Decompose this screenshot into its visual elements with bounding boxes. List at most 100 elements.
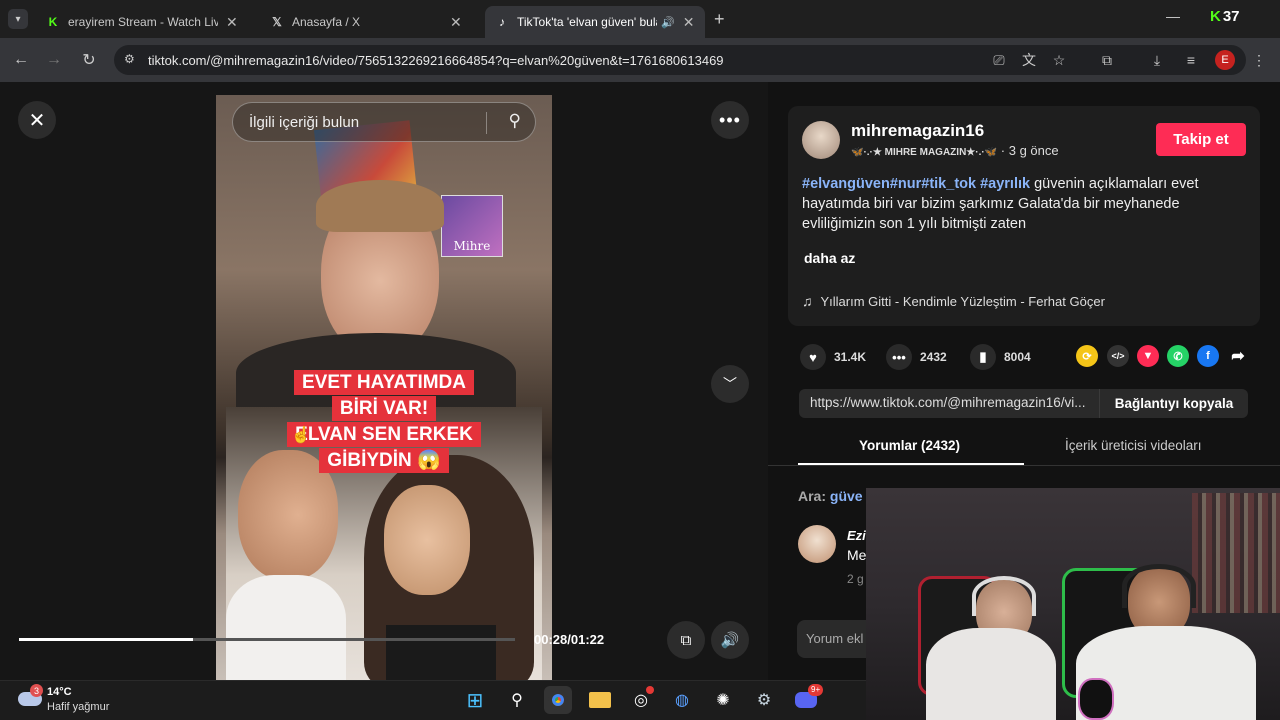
close-tab-icon[interactable]: ✕ — [450, 14, 462, 31]
tab-divider — [768, 465, 1280, 466]
copy-link-button[interactable]: Bağlantıyı kopyala — [1099, 389, 1248, 418]
close-tab-icon[interactable]: ✕ — [683, 14, 695, 31]
search-icon[interactable]: ⚲ — [509, 111, 521, 131]
more-options-icon[interactable]: ••• — [711, 101, 749, 139]
profile-avatar[interactable]: E — [1215, 50, 1235, 70]
address-bar[interactable]: ⚙ tiktok.com/@mihremagazin16/video/75651… — [114, 45, 1246, 75]
tab-kick[interactable]: K erayirem Stream - Watch Live o ✕ — [36, 6, 258, 38]
comment-text: Me — [847, 547, 867, 563]
notification-dot — [646, 686, 654, 694]
comment-count: 2432 — [920, 350, 947, 364]
discord-badge: 9+ — [808, 684, 824, 696]
extensions-icon[interactable]: ⧉ — [1097, 50, 1117, 70]
search-icon[interactable]: ⚲ — [503, 686, 531, 714]
tab-title: Anasayfa / X — [292, 15, 361, 29]
caption-line: BİRİ VAR! — [216, 396, 552, 422]
headset-left — [972, 576, 1036, 616]
install-app-icon[interactable]: ⎚ — [989, 50, 1009, 70]
caption-line: GİBİYDİN 😱 — [216, 448, 552, 474]
related-search-input[interactable]: İlgili içeriği bulun ⚲ — [232, 102, 536, 142]
logo-text: Mihre — [453, 239, 491, 253]
caption-line: ELVAN SEN ERKEK — [216, 422, 552, 448]
repost-icon[interactable]: ⟳ — [1076, 345, 1098, 367]
tab-search-button[interactable]: ▾ — [8, 9, 28, 29]
video-time: 00:28/01:22 — [534, 632, 605, 647]
woman-top — [386, 625, 496, 680]
show-less-button[interactable]: daha az — [804, 250, 855, 266]
creator-avatar[interactable] — [802, 121, 840, 159]
microphone — [1078, 678, 1114, 720]
translate-icon[interactable]: 文 — [1019, 50, 1039, 70]
embed-icon[interactable]: </> — [1107, 345, 1129, 367]
new-tab-button[interactable]: + — [714, 9, 725, 30]
kick-icon: K — [1210, 7, 1221, 25]
comment-button[interactable]: ••• 2432 — [886, 344, 947, 370]
reload-icon[interactable]: ↻ — [77, 48, 101, 72]
media-control-icon[interactable]: ≡ — [1181, 50, 1201, 70]
save-button[interactable]: ▮ 8004 — [970, 344, 1031, 370]
whatsapp-icon[interactable]: ✆ — [1167, 345, 1189, 367]
comment-avatar[interactable] — [798, 525, 836, 563]
streamer-left-body — [926, 628, 1056, 720]
creator-username[interactable]: mihremagazin16 — [851, 121, 984, 141]
wall-poster: Mihre — [441, 195, 503, 257]
post-description: #elvangüven#nur#tik_tok #ayrılık güvenin… — [802, 174, 1242, 234]
kick-extension-badge[interactable]: K 37 — [1210, 6, 1240, 26]
next-video-icon[interactable]: ﹀ — [711, 365, 749, 403]
music-note-icon: ♫ — [802, 293, 813, 309]
close-tab-icon[interactable]: ✕ — [226, 14, 238, 31]
like-button[interactable]: ♥ 31.4K — [800, 344, 866, 370]
site-settings-icon[interactable]: ⚙ — [124, 52, 135, 66]
related-search[interactable]: Ara: güve — [798, 488, 863, 504]
video-link[interactable]: https://www.tiktok.com/@mihremagazin16/v… — [810, 395, 1100, 410]
download-icon[interactable]: ⤓ — [1147, 50, 1167, 70]
share-arrow-icon[interactable]: ➦ — [1227, 345, 1249, 367]
tab-title: TikTok'ta 'elvan güven' bula — [517, 15, 657, 29]
divider — [486, 112, 487, 134]
bookshelf — [1192, 493, 1280, 613]
minimize-button[interactable]: — — [1166, 8, 1180, 24]
post-time: 3 g önce — [1008, 143, 1059, 158]
woman-face — [384, 485, 470, 595]
corner-badge-text: 37 — [1222, 7, 1240, 25]
pip-icon[interactable]: ⧉ — [667, 621, 705, 659]
music-title: Yıllarım Gitti - Kendimle Yüzleştim - Fe… — [820, 293, 1105, 309]
music-link[interactable]: ♫ Yıllarım Gitti - Kendimle Yüzleştim - … — [802, 293, 1105, 309]
close-icon[interactable]: ✕ — [18, 101, 56, 139]
search-term: güve — [829, 488, 863, 504]
search-prefix: Ara: — [798, 488, 827, 504]
kick-icon: K — [48, 15, 58, 29]
chrome-icon[interactable] — [544, 686, 572, 714]
video-progress-bar[interactable] — [19, 638, 515, 641]
speaker-icon[interactable]: 🔊 — [661, 16, 675, 29]
send-icon[interactable]: ▼ — [1137, 345, 1159, 367]
chatgpt-icon[interactable]: ✺ — [709, 686, 737, 714]
hashtag-links[interactable]: #elvangüven#nur#tik_tok #ayrılık — [802, 176, 1030, 192]
vpn-icon[interactable]: ◍ — [668, 686, 696, 714]
file-explorer-icon[interactable] — [586, 686, 614, 714]
video-player[interactable]: Mihre EVET HAYATIMDA BİRİ VAR! ELVAN SEN… — [216, 95, 552, 680]
x-icon: 𝕏 — [272, 15, 282, 29]
bookmark-star-icon[interactable]: ☆ — [1049, 50, 1069, 70]
creator-subline: 🦋·.·★ MIHRE MAGAZIN★·.·🦋 · 3 g önce — [851, 143, 1059, 158]
volume-icon[interactable]: 🔊 — [711, 621, 749, 659]
man-shirt-lower — [226, 575, 346, 680]
follow-button[interactable]: Takip et — [1156, 123, 1246, 156]
like-count: 31.4K — [834, 350, 867, 364]
headset-right — [1122, 564, 1196, 608]
tab-title: erayirem Stream - Watch Live o — [68, 15, 218, 29]
tab-tiktok[interactable]: ♪ TikTok'ta 'elvan güven' bula 🔊 ✕ — [485, 6, 705, 38]
facebook-icon[interactable]: f — [1197, 345, 1219, 367]
back-icon[interactable]: ← — [9, 48, 33, 72]
tab-x[interactable]: 𝕏 Anasayfa / X ✕ — [260, 6, 482, 38]
heart-icon: ♥ — [800, 344, 826, 370]
steam-icon[interactable]: ⚙ — [750, 686, 778, 714]
browser-menu-icon[interactable]: ⋮ — [1249, 50, 1269, 70]
windows-start-icon[interactable]: ⊞ — [461, 686, 489, 714]
weather-icon[interactable]: 3 — [16, 684, 46, 714]
comment-time: 2 g — [847, 572, 864, 586]
forward-icon[interactable]: → — [42, 48, 66, 72]
tab-creator-videos[interactable]: İçerik üreticisi videoları — [1065, 438, 1202, 453]
comment-author[interactable]: Ezi — [847, 528, 866, 543]
tab-comments[interactable]: Yorumlar (2432) — [859, 438, 960, 453]
